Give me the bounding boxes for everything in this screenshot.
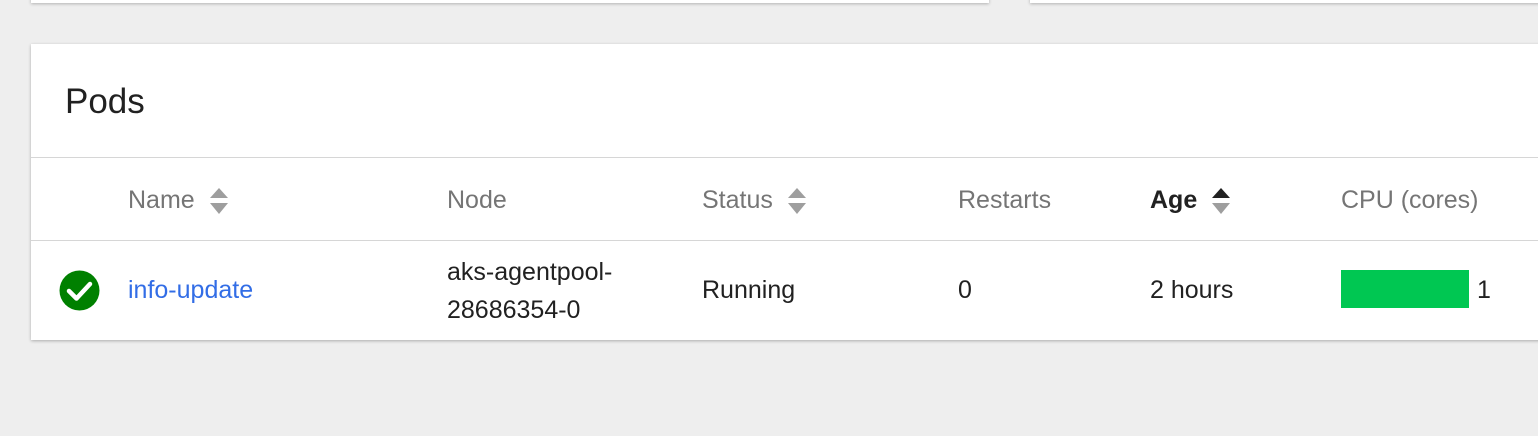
column-header-status-label: Status xyxy=(702,186,773,214)
sort-updown-icon[interactable] xyxy=(787,186,807,214)
column-header-cpu-label: CPU (cores) xyxy=(1341,186,1479,214)
column-header-age-label: Age xyxy=(1150,186,1198,214)
column-header-restarts: Restarts xyxy=(958,184,1051,216)
header-divider xyxy=(31,240,1538,241)
pod-restarts: 0 xyxy=(958,276,972,304)
pods-card: Pods Name Node Status Restarts Age CPU (… xyxy=(31,44,1538,340)
pod-status: Running xyxy=(702,276,796,304)
pod-node-line2: 28686354-0 xyxy=(447,296,581,324)
check-circle-icon xyxy=(59,270,100,311)
column-header-age[interactable]: Age xyxy=(1150,184,1231,216)
pod-name-link[interactable]: info-update xyxy=(128,270,253,310)
column-header-status[interactable]: Status xyxy=(702,184,807,216)
top-right-card xyxy=(1030,0,1538,3)
pod-age: 2 hours xyxy=(1150,276,1234,304)
cpu-usage-bar xyxy=(1341,270,1469,308)
top-left-card xyxy=(31,0,989,3)
sort-ascending-icon[interactable] xyxy=(1211,186,1231,214)
pod-node-line1: aks-agentpool- xyxy=(447,258,613,286)
column-header-name-label: Name xyxy=(128,186,195,214)
column-header-node-label: Node xyxy=(447,186,507,214)
card-title: Pods xyxy=(65,82,145,121)
pod-cpu-value: 1 xyxy=(1477,276,1491,304)
column-header-name[interactable]: Name xyxy=(128,184,229,216)
column-header-restarts-label: Restarts xyxy=(958,186,1052,214)
title-divider xyxy=(31,157,1538,158)
sort-updown-icon[interactable] xyxy=(209,186,229,214)
column-header-node: Node xyxy=(447,184,507,216)
column-header-cpu: CPU (cores) xyxy=(1341,184,1479,216)
